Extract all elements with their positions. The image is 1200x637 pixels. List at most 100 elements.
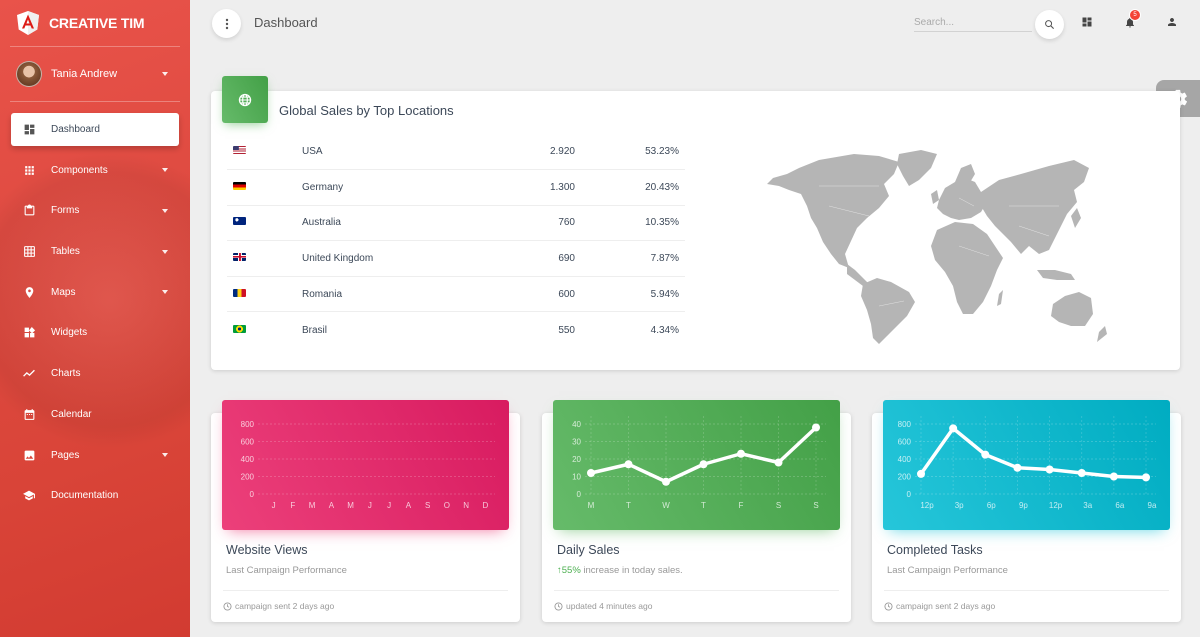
- sidebar-item-label: Tables: [51, 246, 80, 258]
- data-point[interactable]: [624, 460, 633, 469]
- image-icon: [22, 448, 36, 462]
- x-tick-label: O: [444, 501, 450, 510]
- country-name: United Kingdom: [302, 240, 495, 277]
- sales-value: 600: [495, 276, 575, 313]
- chevron-down-icon: [162, 168, 168, 173]
- card-header-icon: [222, 76, 268, 123]
- daily-sales-chart: 0 10 20 30 40 M T W T F S S: [553, 400, 840, 530]
- x-tick-label: T: [626, 501, 631, 510]
- flag-au-icon: [233, 217, 246, 226]
- card-footer: campaign sent 2 days ago: [884, 590, 1169, 611]
- minimize-sidebar-button[interactable]: [212, 9, 241, 38]
- y-tick-label: 40: [572, 420, 581, 429]
- y-tick-label: 10: [572, 473, 581, 482]
- x-tick-label: J: [387, 501, 391, 510]
- brand-logo[interactable]: CREATIVE TIM: [0, 0, 180, 46]
- chevron-down-icon: [162, 208, 168, 213]
- sidebar-item-label: Documentation: [51, 490, 119, 502]
- map-new-zealand: [1097, 326, 1107, 342]
- sidebar-item-components[interactable]: Components: [11, 154, 179, 187]
- x-tick-label: N: [463, 501, 469, 510]
- sidebar-item-charts[interactable]: Charts: [11, 357, 179, 390]
- sales-value: 690: [495, 240, 575, 277]
- data-point[interactable]: [737, 449, 745, 458]
- sales-percent: 10.35%: [575, 205, 685, 242]
- angular-logo-icon: [17, 11, 39, 35]
- footer-text: campaign sent 2 days ago: [235, 601, 335, 611]
- card-title: Website Views: [226, 543, 308, 557]
- flag-us-icon: [233, 146, 246, 155]
- y-tick-label: 600: [241, 438, 255, 447]
- x-tick-label: M: [309, 501, 316, 510]
- data-point[interactable]: [587, 469, 595, 477]
- card-footer: campaign sent 2 days ago: [223, 590, 508, 611]
- data-point[interactable]: [1013, 463, 1022, 472]
- x-tick-label: 12p: [920, 501, 934, 510]
- flag-de-icon: [233, 181, 246, 190]
- flag-cell: [227, 134, 302, 171]
- search-input[interactable]: [914, 10, 1032, 32]
- sidebar-item-dashboard[interactable]: Dashboard: [11, 113, 179, 146]
- x-tick-label: 6p: [987, 501, 996, 510]
- user-profile-button[interactable]: [1165, 15, 1179, 29]
- flag-cell: [227, 205, 302, 242]
- table-row: USA 2.920 53.23%: [227, 134, 685, 171]
- flag-cell: [227, 276, 302, 313]
- daily-sales-chart-svg: 0 10 20 30 40 M T W T F S S: [572, 416, 826, 510]
- country-name: Germany: [302, 169, 495, 206]
- dashboard-icon: [22, 123, 36, 137]
- data-point[interactable]: [662, 477, 670, 486]
- data-point[interactable]: [1109, 472, 1118, 481]
- dashboard-link[interactable]: [1080, 15, 1094, 29]
- globe-icon: [238, 93, 252, 106]
- sidebar-nav: Dashboard Components Forms Tables Maps W…: [0, 113, 190, 512]
- card-title: Global Sales by Top Locations: [279, 103, 454, 118]
- series-line: [919, 426, 1147, 480]
- sidebar-item-calendar[interactable]: Calendar: [11, 398, 179, 431]
- table-row: Germany 1.300 20.43%: [227, 169, 685, 206]
- apps-grid-icon: [22, 163, 36, 177]
- sidebar-item-label: Maps: [51, 286, 76, 298]
- x-tick-label: 9a: [1148, 501, 1157, 510]
- sidebar-item-tables[interactable]: Tables: [11, 235, 179, 268]
- data-point[interactable]: [1142, 473, 1150, 482]
- notification-badge: 5: [1129, 9, 1141, 21]
- data-point[interactable]: [949, 424, 958, 433]
- map-north-america: [767, 154, 899, 268]
- map-central-america: [847, 264, 869, 286]
- clock-icon: [884, 601, 893, 611]
- data-point[interactable]: [1045, 465, 1054, 474]
- x-tick-label: 9p: [1019, 501, 1028, 510]
- chevron-down-icon: [162, 290, 168, 295]
- sidebar-item-pages[interactable]: Pages: [11, 439, 179, 472]
- timeline-icon: [22, 367, 36, 381]
- country-name: Australia: [302, 205, 495, 242]
- data-point[interactable]: [699, 460, 708, 469]
- sidebar-item-label: Calendar: [51, 408, 92, 420]
- map-europe: [937, 178, 987, 220]
- user-menu[interactable]: Tania Andrew: [0, 47, 190, 101]
- sidebar-item-maps[interactable]: Maps: [11, 276, 179, 309]
- flag-ro-icon: [233, 288, 246, 297]
- data-point[interactable]: [981, 450, 990, 459]
- sidebar-item-widgets[interactable]: Widgets: [11, 316, 179, 349]
- global-sales-card: Global Sales by Top Locations USA 2.920 53…: [211, 76, 1180, 370]
- data-point[interactable]: [917, 469, 925, 478]
- map-uk: [931, 190, 939, 204]
- search-button[interactable]: [1035, 10, 1064, 39]
- map-indonesia: [1037, 270, 1075, 280]
- sidebar-item-forms[interactable]: Forms: [11, 194, 179, 227]
- data-point[interactable]: [812, 423, 820, 432]
- completed-tasks-chart: 0 200 400 600 800 12p 3p 6p 9p 12p 3a 6a 9a: [883, 400, 1170, 530]
- data-point[interactable]: [1077, 469, 1086, 477]
- daily-sales-card: 0 10 20 30 40 M T W T F S S Daily Sales ↑55% increa…: [542, 400, 851, 622]
- y-tick-label: 800: [241, 420, 255, 429]
- y-tick-label: 600: [898, 438, 912, 447]
- y-tick-label: 0: [250, 490, 255, 499]
- map-greenland: [897, 150, 937, 186]
- sidebar-item-documentation[interactable]: Documentation: [11, 479, 179, 512]
- data-point[interactable]: [774, 458, 783, 467]
- sales-percent: 7.87%: [575, 240, 685, 277]
- subtitle-text: increase in today sales.: [580, 565, 683, 576]
- sidebar: CREATIVE TIM Tania Andrew Dashboard Comp…: [0, 0, 190, 637]
